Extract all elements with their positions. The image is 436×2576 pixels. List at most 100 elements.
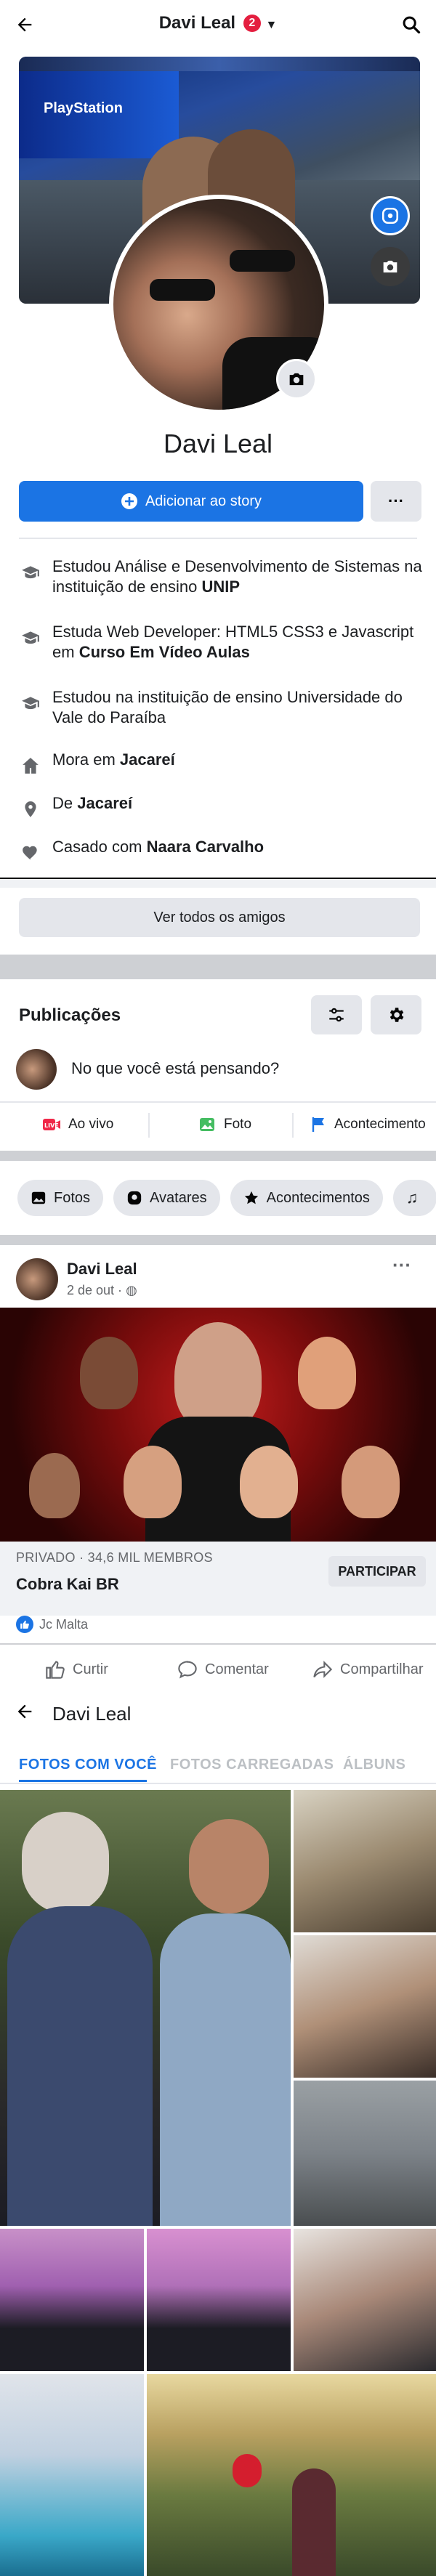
- poster-figure: [174, 1322, 262, 1431]
- divider: [0, 1101, 436, 1103]
- photo-button[interactable]: Foto: [198, 1110, 251, 1139]
- avatar-detail: [230, 250, 295, 272]
- header-name: Davi Leal: [158, 13, 236, 33]
- top-bar: Davi Leal 2 ▼: [0, 0, 436, 48]
- avatar-icon: [382, 207, 399, 224]
- like-button[interactable]: Curtir: [45, 1659, 108, 1680]
- header-title[interactable]: Davi Leal 2 ▼: [0, 13, 436, 33]
- live-video-icon: LIVE: [43, 1119, 60, 1130]
- post-author[interactable]: Davi Leal: [67, 1260, 137, 1279]
- chevron-down-icon: ▼: [265, 19, 278, 31]
- composer-input[interactable]: No que você está pensando?: [71, 1059, 279, 1078]
- avatar-story-button[interactable]: [371, 196, 410, 235]
- divider: [0, 1643, 436, 1645]
- tab-photos-of-you[interactable]: FOTOS COM VOCÊ: [19, 1757, 157, 1773]
- life-event-button[interactable]: Acontecimento: [310, 1110, 426, 1139]
- see-all-friends-button[interactable]: Ver todos os amigos: [19, 898, 420, 937]
- plus-circle-icon: [121, 493, 137, 509]
- svg-text:LIVE: LIVE: [44, 1122, 59, 1129]
- notification-badge: 2: [243, 15, 261, 32]
- divider: [0, 1783, 436, 1784]
- divider: [19, 538, 417, 539]
- post-image[interactable]: [0, 1308, 436, 1542]
- info-text: Estudou Análise e Desenvolvimento de Sis…: [52, 557, 422, 596]
- avatar-detail: [150, 279, 215, 301]
- live-button[interactable]: LIVE Ao vivo: [42, 1110, 113, 1139]
- avatar-camera-button[interactable]: [276, 359, 317, 400]
- info-row-education[interactable]: Estudou na instituição de ensino Univers…: [19, 687, 426, 728]
- photo-person: [189, 1819, 269, 1913]
- live-label: Ao vivo: [68, 1117, 114, 1132]
- info-row-relationship[interactable]: Casado com Naara Carvalho: [19, 837, 426, 864]
- add-story-button[interactable]: Adicionar ao story: [19, 481, 363, 522]
- section-divider: [0, 1151, 436, 1161]
- camera-icon: [289, 373, 304, 386]
- info-text: Casado com Naara Carvalho: [52, 838, 265, 856]
- back-arrow-icon[interactable]: [10, 1697, 39, 1726]
- photo-person: [160, 1913, 291, 2226]
- chip-music[interactable]: ♫: [392, 1180, 436, 1216]
- divider: [292, 1113, 294, 1138]
- reactions-summary[interactable]: Jc Malta: [16, 1616, 88, 1633]
- photo-tile[interactable]: [0, 2229, 144, 2371]
- photo-person: [292, 2468, 336, 2576]
- active-tab-indicator: [19, 1780, 147, 1782]
- chip-life-events[interactable]: Acontecimentos: [230, 1180, 383, 1216]
- sliders-icon: [329, 1008, 344, 1022]
- search-icon[interactable]: [397, 10, 426, 39]
- section-divider: [0, 878, 436, 888]
- photo-tile[interactable]: [294, 2081, 436, 2226]
- heart-icon: [19, 841, 42, 864]
- tab-albums[interactable]: ÁLBUNS: [343, 1757, 405, 1773]
- chip-label: Acontecimentos: [266, 1189, 370, 1206]
- globe-icon: ◍: [126, 1283, 137, 1297]
- info-row-education[interactable]: Estuda Web Developer: HTML5 CSS3 e Javas…: [19, 622, 426, 663]
- photo-tile[interactable]: [294, 1790, 436, 1932]
- settings-button[interactable]: [371, 995, 421, 1034]
- comment-label: Comentar: [205, 1661, 269, 1677]
- photo-label: Foto: [224, 1117, 252, 1132]
- chips-row: Fotos Avatares Acontecimentos ♫: [17, 1180, 436, 1216]
- music-note-icon: ♫: [405, 1188, 419, 1207]
- info-row-from[interactable]: De Jacareí: [19, 793, 426, 821]
- poster-figure: [342, 1446, 400, 1518]
- post-date[interactable]: 2 de out · ◍: [67, 1283, 137, 1298]
- poster-figure: [298, 1337, 356, 1409]
- avatar[interactable]: [16, 1258, 58, 1300]
- photo-tile[interactable]: [294, 1935, 436, 2078]
- photo-person: [22, 1812, 109, 1913]
- photo-icon: [200, 1118, 214, 1131]
- graduation-cap-icon: [19, 692, 42, 715]
- photo-tile[interactable]: [0, 1790, 291, 2226]
- chip-avatars[interactable]: Avatares: [113, 1180, 220, 1216]
- photo-tile[interactable]: [147, 2374, 436, 2576]
- info-text: De Jacareí: [52, 794, 133, 812]
- profile-more-button[interactable]: ···: [371, 481, 421, 522]
- info-text: Mora em Jacareí: [52, 750, 175, 769]
- filter-button[interactable]: [311, 995, 362, 1034]
- section-divider: [0, 1235, 436, 1245]
- chip-photos[interactable]: Fotos: [17, 1180, 104, 1216]
- join-group-button[interactable]: PARTICIPAR: [328, 1556, 426, 1587]
- info-row-education[interactable]: Estudou Análise e Desenvolvimento de Sis…: [19, 556, 426, 597]
- life-event-label: Acontecimento: [334, 1117, 426, 1132]
- publications-title: Publicações: [19, 1005, 121, 1025]
- home-icon: [19, 754, 42, 777]
- reactor-name: Jc Malta: [39, 1616, 89, 1632]
- comment-button[interactable]: Comentar: [177, 1659, 269, 1680]
- photo-tile[interactable]: [147, 2229, 291, 2371]
- photo-person: [7, 1906, 153, 2226]
- share-button[interactable]: Compartilhar: [312, 1659, 423, 1680]
- photo-tile[interactable]: [294, 2229, 436, 2371]
- share-icon: [313, 1661, 333, 1678]
- balloon-heart: [233, 2454, 262, 2487]
- profile-name: Davi Leal: [163, 429, 273, 458]
- post-more-button[interactable]: ···: [392, 1254, 411, 1276]
- tab-uploaded-photos[interactable]: FOTOS CARREGADAS: [170, 1757, 334, 1773]
- photo-tile[interactable]: [0, 2374, 144, 2576]
- cover-camera-button[interactable]: [371, 247, 410, 286]
- group-name[interactable]: Cobra Kai BR: [16, 1575, 119, 1594]
- poster-figure: [240, 1446, 298, 1518]
- avatar[interactable]: [16, 1049, 57, 1090]
- info-row-lives-in[interactable]: Mora em Jacareí: [19, 750, 426, 777]
